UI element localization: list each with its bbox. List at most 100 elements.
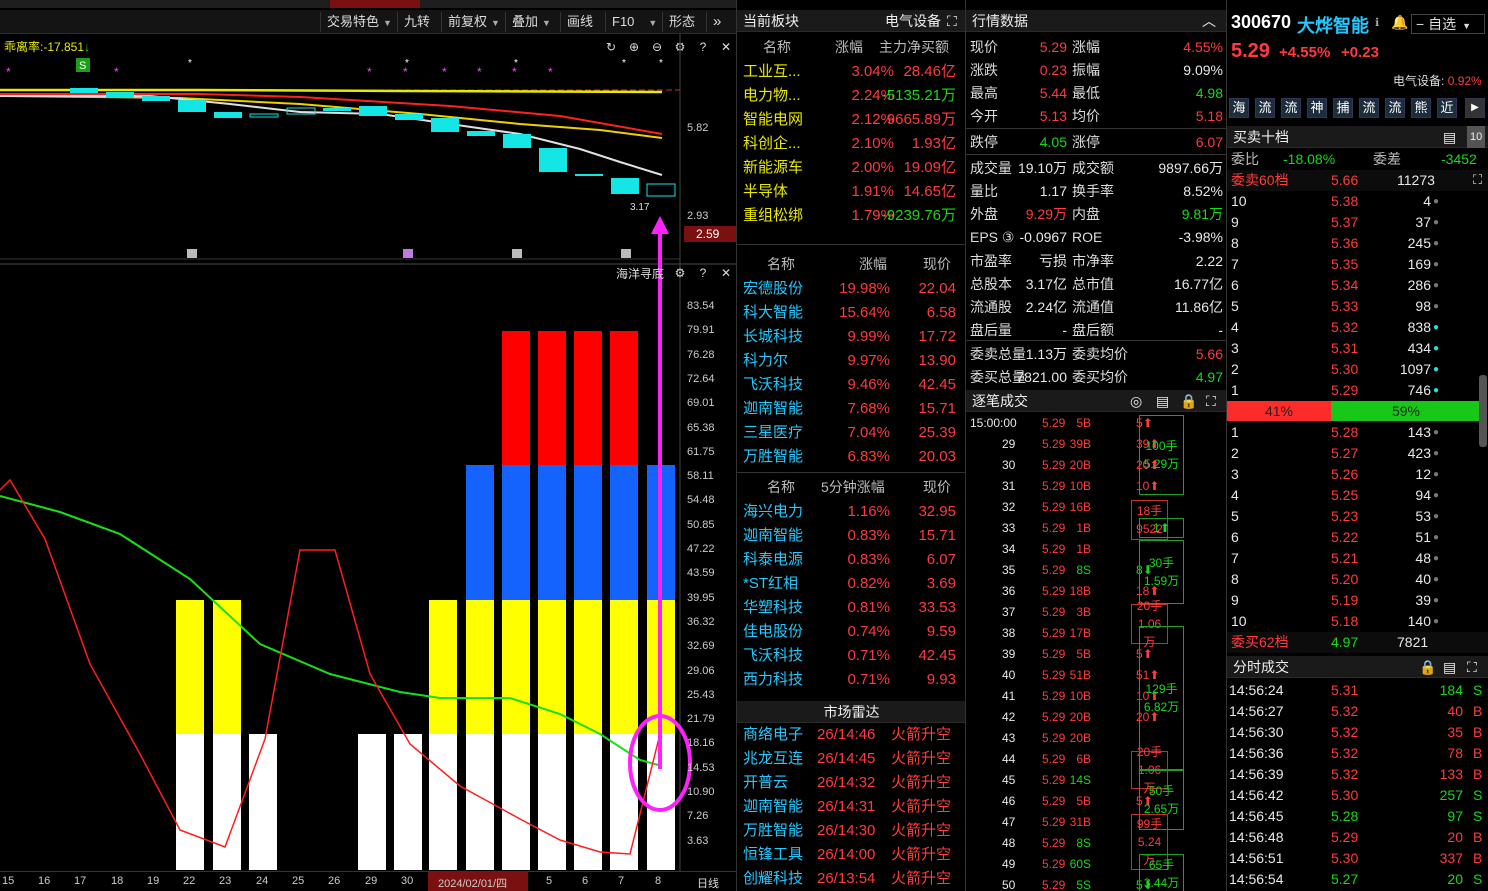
settings-icon[interactable]: ⚙ bbox=[673, 266, 687, 280]
stock-name[interactable]: 西力科技 bbox=[743, 668, 803, 692]
list-item[interactable]: 海兴电力 1.16% 32.95 bbox=[737, 500, 966, 524]
feature-tab[interactable]: 流 bbox=[1255, 98, 1275, 118]
sector-name[interactable]: 科创企... bbox=[743, 132, 801, 156]
ask-row[interactable]: 2 5.30 1097 ● bbox=[1227, 359, 1488, 380]
radar-row[interactable]: 迦南智能 26/14:31 火箭升空 bbox=[737, 795, 966, 819]
sector-row[interactable]: 智能电网 2.12% 9665.89万 bbox=[737, 108, 966, 132]
radar-stock[interactable]: 恒锋工具 bbox=[743, 843, 803, 867]
ask-row[interactable]: 4 5.32 838 ● bbox=[1227, 317, 1488, 338]
list-item[interactable]: 三星医疗 7.04% 25.39 bbox=[737, 421, 966, 445]
feature-tab[interactable]: 流 bbox=[1359, 98, 1379, 118]
bid-row[interactable]: 9 5.19 39 ● bbox=[1227, 590, 1488, 611]
stock-name[interactable]: 万胜智能 bbox=[743, 445, 803, 469]
expand-icon[interactable]: » bbox=[706, 12, 727, 32]
list-item[interactable]: 科大智能 15.64% 6.58 bbox=[737, 301, 966, 325]
bid-row[interactable]: 1 5.28 143 ● bbox=[1227, 422, 1488, 443]
stock-name[interactable]: 科大智能 bbox=[743, 301, 803, 325]
toolbar-f10[interactable]: F10 ▼ bbox=[605, 12, 663, 32]
expand-icon[interactable]: ⛶ bbox=[1467, 656, 1477, 678]
stock-name[interactable]: 迦南智能 bbox=[743, 397, 803, 421]
stock-name[interactable]: 华塑科技 bbox=[743, 596, 803, 620]
sector-row[interactable]: 新能源车 2.00% 19.09亿 bbox=[737, 156, 966, 180]
radar-stock[interactable]: 创耀科技 bbox=[743, 867, 803, 891]
ask-row[interactable]: 3 5.31 434 ● bbox=[1227, 338, 1488, 359]
list-item[interactable]: 飞沃科技 0.71% 42.45 bbox=[737, 644, 966, 668]
radar-row[interactable]: 商络电子 26/14:46 火箭升空 bbox=[737, 723, 966, 747]
radar-stock[interactable]: 商络电子 bbox=[743, 723, 803, 747]
stock-name[interactable]: 宏德股份 bbox=[743, 277, 803, 301]
ask-row[interactable]: 5 5.33 98 ● bbox=[1227, 296, 1488, 317]
radar-row[interactable]: 恒锋工具 26/14:00 火箭升空 bbox=[737, 843, 966, 867]
table-icon[interactable]: ▤ bbox=[1443, 126, 1456, 148]
stock-name[interactable]: 飞沃科技 bbox=[743, 644, 803, 668]
sector-name[interactable]: 新能源车 bbox=[743, 156, 803, 180]
toolbar-jiaoyi[interactable]: 交易特色 ▼ bbox=[320, 12, 398, 32]
sector-name[interactable]: 工业互... bbox=[743, 60, 801, 84]
list-item[interactable]: 迦南智能 7.68% 15.71 bbox=[737, 397, 966, 421]
feature-tab[interactable]: 流 bbox=[1385, 98, 1405, 118]
lock-icon[interactable]: 🔒 bbox=[1180, 390, 1197, 412]
sector-name[interactable]: 重组松绑 bbox=[743, 204, 803, 228]
help-icon[interactable]: ? bbox=[696, 266, 710, 280]
sector-row[interactable]: 工业互... 3.04% 28.46亿 bbox=[737, 60, 966, 84]
bid-row[interactable]: 4 5.25 94 ● bbox=[1227, 485, 1488, 506]
feature-tab[interactable]: 海 bbox=[1229, 98, 1249, 118]
toolbar-jiuzhuan[interactable]: 九转 bbox=[397, 12, 436, 32]
list-item[interactable]: 西力科技 0.71% 9.93 bbox=[737, 668, 966, 692]
sector-row[interactable]: 半导体 1.91% 14.65亿 bbox=[737, 180, 966, 204]
feature-tab[interactable]: 神 bbox=[1307, 98, 1327, 118]
list-item[interactable]: 长城科技 9.99% 17.72 bbox=[737, 325, 966, 349]
stock-name[interactable]: 迦南智能 bbox=[743, 524, 803, 548]
list-item[interactable]: *ST红相 0.82% 3.69 bbox=[737, 572, 966, 596]
radar-row[interactable]: 万胜智能 26/14:30 火箭升空 bbox=[737, 819, 966, 843]
stock-name[interactable]: 长城科技 bbox=[743, 325, 803, 349]
bid-row[interactable]: 6 5.22 51 ● bbox=[1227, 527, 1488, 548]
radar-stock[interactable]: 兆龙互连 bbox=[743, 747, 803, 771]
radar-stock[interactable]: 万胜智能 bbox=[743, 819, 803, 843]
bell-icon[interactable]: 🔔 bbox=[1391, 14, 1408, 31]
radar-stock[interactable]: 开普云 bbox=[743, 771, 788, 795]
bid-row[interactable]: 2 5.27 423 ● bbox=[1227, 443, 1488, 464]
toolbar-diejia[interactable]: 叠加 ▼ bbox=[505, 12, 557, 32]
sector-row[interactable]: 电力物... 2.24% -5135.21万 bbox=[737, 84, 966, 108]
close-icon[interactable]: ✕ bbox=[719, 266, 733, 280]
list-item[interactable]: 科泰电源 0.83% 6.07 bbox=[737, 548, 966, 572]
stock-name[interactable]: 大烨智能 bbox=[1297, 12, 1369, 38]
radar-stock[interactable]: 迦南智能 bbox=[743, 795, 803, 819]
feature-tab[interactable]: 流 bbox=[1281, 98, 1301, 118]
feature-tab[interactable]: 近 bbox=[1437, 98, 1457, 118]
expand-icon[interactable]: ⛶ bbox=[1473, 172, 1482, 188]
bid-row[interactable]: 8 5.20 40 ● bbox=[1227, 569, 1488, 590]
radar-row[interactable]: 创耀科技 26/13:54 火箭升空 bbox=[737, 867, 966, 891]
collapse-icon[interactable]: ︿ bbox=[1202, 10, 1216, 32]
scrollbar[interactable] bbox=[1479, 375, 1487, 447]
stock-name[interactable]: 科泰电源 bbox=[743, 548, 803, 572]
level-10-badge[interactable]: 10 bbox=[1467, 126, 1486, 148]
bid-row[interactable]: 3 5.26 12 ● bbox=[1227, 464, 1488, 485]
feature-tab[interactable]: 熊 bbox=[1411, 98, 1431, 118]
sector-name[interactable]: 半导体 bbox=[743, 180, 788, 204]
stock-name[interactable]: 佳电股份 bbox=[743, 620, 803, 644]
bid-row[interactable]: 5 5.23 53 ● bbox=[1227, 506, 1488, 527]
list-item[interactable]: 华塑科技 0.81% 33.53 bbox=[737, 596, 966, 620]
sector-row[interactable]: 科创企... 2.10% 1.93亿 bbox=[737, 132, 966, 156]
stock-name[interactable]: *ST红相 bbox=[743, 572, 798, 596]
list-item[interactable]: 飞沃科技 9.46% 42.45 bbox=[737, 373, 966, 397]
table-icon[interactable]: ▤ bbox=[1443, 656, 1456, 678]
list-item[interactable]: 万胜智能 6.83% 20.03 bbox=[737, 445, 966, 469]
radar-row[interactable]: 开普云 26/14:32 火箭升空 bbox=[737, 771, 966, 795]
filter-icon[interactable]: ◎ bbox=[1130, 390, 1142, 412]
ask-row[interactable]: 9 5.37 37 ● bbox=[1227, 212, 1488, 233]
expand-icon[interactable]: ⛶ bbox=[947, 10, 957, 32]
kline-chart-area[interactable]: 交易特色 ▼ 九转 前复权 ▼ 叠加 ▼ 画线 F10 ▼ 形态 » 乖离率:-17.8… bbox=[0, 0, 736, 891]
stock-name[interactable]: 科力尔 bbox=[743, 349, 788, 373]
list-item[interactable]: 佳电股份 0.74% 9.59 bbox=[737, 620, 966, 644]
sector-name[interactable]: 智能电网 bbox=[743, 108, 803, 132]
radar-row[interactable]: 兆龙互连 26/14:45 火箭升空 bbox=[737, 747, 966, 771]
info-icon[interactable]: ℹ bbox=[1375, 16, 1379, 29]
stock-name[interactable]: 三星医疗 bbox=[743, 421, 803, 445]
stock-name[interactable]: 飞沃科技 bbox=[743, 373, 803, 397]
feature-tab[interactable]: 捕 bbox=[1333, 98, 1353, 118]
lock-icon[interactable]: 🔒 bbox=[1419, 656, 1436, 678]
toolbar-huaxian[interactable]: 画线 bbox=[560, 12, 599, 32]
